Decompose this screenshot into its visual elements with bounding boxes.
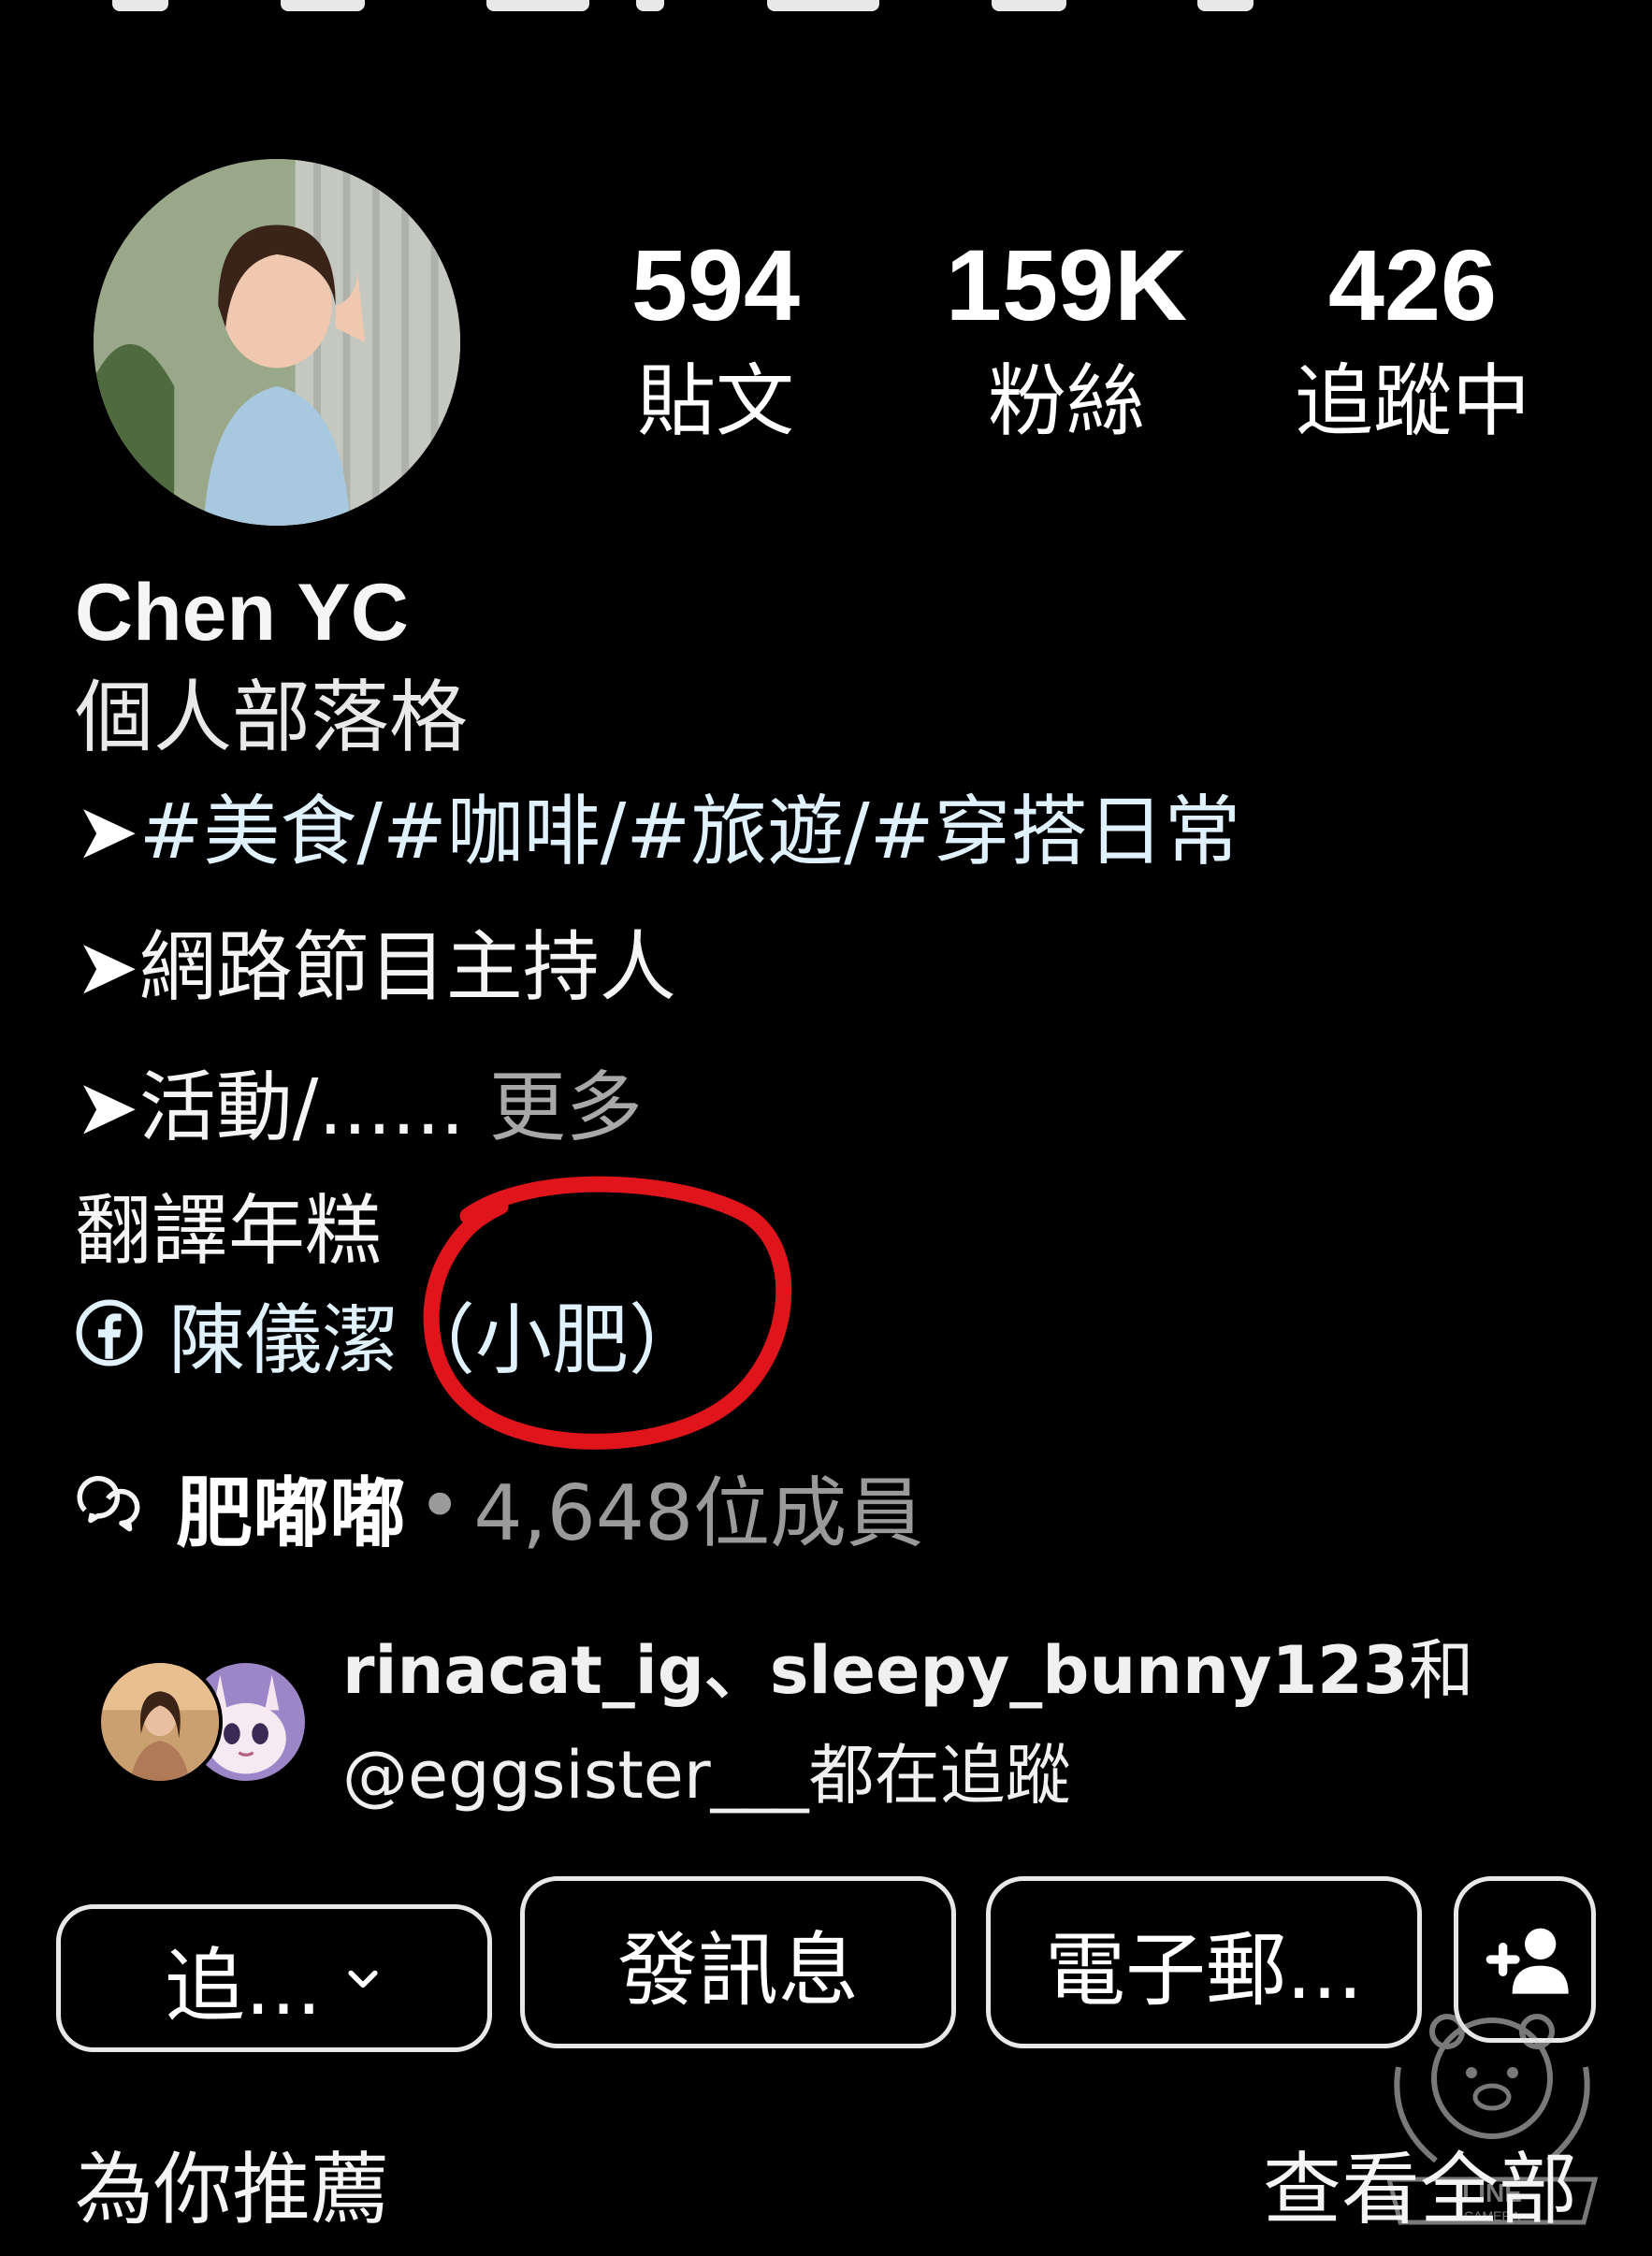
add-person-icon [1485,1928,1569,1994]
facebook-icon [76,1299,143,1367]
message-button-label: 發訊息 [617,1923,859,2017]
bio-host-text: 網路節目主持人 [138,923,676,1012]
following-button[interactable]: 追... [56,1904,492,2052]
following-count: 426 [1327,228,1498,341]
stat-followers[interactable]: 159K 粉絲 [926,224,1207,453]
mutual-usernames: rinacat_ig、sleepy_bunny123 [342,1632,1409,1709]
bio-line-events: ➤活動/...... 更多 [75,1057,643,1160]
followed-by-line2: @eggsister___都在追蹤 [342,1737,1071,1814]
following-button-label: 追... [164,1939,322,2033]
see-all-link[interactable]: 查看全部 [1263,2138,1577,2241]
facebook-link-text[interactable]: 陳儀潔（小肥） [168,1278,705,1389]
broadcast-channel-row[interactable]: 肥嘟嘟 • 4,648位成員 [75,1454,923,1558]
followed-by-text[interactable]: rinacat_ig、sleepy_bunny123和 @eggsister__… [342,1618,1474,1828]
stat-posts[interactable]: 594 貼文 [575,224,856,453]
followers-label: 粉絲 [987,355,1145,447]
email-button[interactable]: 電子郵... [986,1876,1422,2048]
following-label: 追蹤中 [1294,355,1530,447]
cropped-header-strip [0,0,1652,19]
profile-name: Chen YC [75,568,409,658]
bio-line-host: ➤網路節目主持人 [75,917,676,1020]
profile-photo [94,159,460,526]
arrow-icon: ➤ [75,1063,139,1152]
followers-count: 159K [945,228,1188,341]
posts-label: 貼文 [636,355,794,447]
followed-by-and: 和 [1408,1632,1474,1709]
profile-avatar[interactable] [94,159,460,526]
posts-count: 594 [630,228,801,341]
arrow-icon: ➤ [75,923,139,1012]
bio-events-text: 活動/...... [138,1063,465,1152]
bio-more-link[interactable]: 更多 [489,1063,643,1152]
suggested-for-you-heading: 為你推薦 [75,2144,390,2235]
mutual-avatar-photo [101,1663,219,1781]
channel-name: 肥嘟嘟 [176,1468,407,1558]
bio-hashtags[interactable]: #美食/#咖啡/#旅遊/#穿搭日常 [139,788,1241,876]
bio-line-translation: 翻譯年糕 [75,1187,383,1276]
channel-member-count: 4,648位成員 [473,1468,924,1558]
stat-following[interactable]: 426 追蹤中 [1272,224,1553,453]
chevron-down-icon [348,1970,378,1988]
email-button-label: 電子郵... [1044,1923,1363,2017]
profile-category: 個人部落格 [75,672,469,763]
separator-dot: • [417,1461,463,1551]
chat-bubbles-icon [77,1475,140,1532]
facebook-link-row[interactable]: 陳儀潔（小肥） [75,1281,705,1385]
mutual-follower-avatar[interactable] [97,1659,223,1785]
arrow-icon: ➤ [75,788,139,876]
bio-line-hashtags: ➤#美食/#咖啡/#旅遊/#穿搭日常 [75,781,1240,884]
message-button[interactable]: 發訊息 [520,1876,956,2048]
